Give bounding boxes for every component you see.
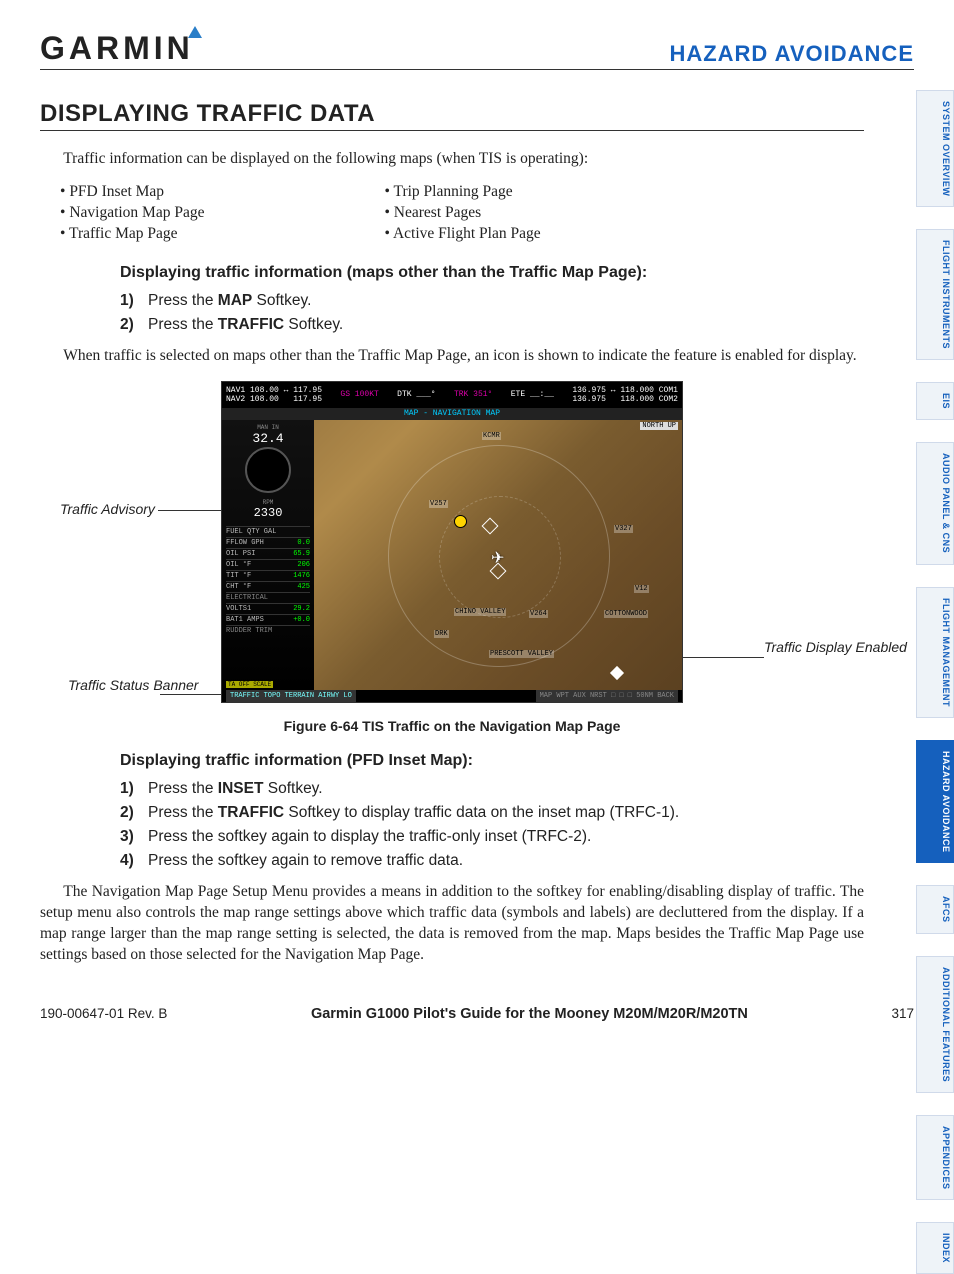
dtk-readout: DTK ___° xyxy=(397,390,435,399)
traffic-advisory-symbol-icon xyxy=(454,515,467,528)
logo-triangle-icon xyxy=(188,26,202,38)
tab-flight-management[interactable]: FLIGHT MANAGEMENT xyxy=(916,587,954,718)
side-tabs: SYSTEM OVERVIEW FLIGHT INSTRUMENTS EIS A… xyxy=(916,90,954,1274)
list-item: Active Flight Plan Page xyxy=(384,225,540,243)
com-freq: 136.975 ↔ 118.000 COM1 136.975 118.000 C… xyxy=(572,386,678,404)
nav-freq: NAV1 108.00 ↔ 117.95 NAV2 108.00 117.95 xyxy=(226,386,322,404)
tab-hazard-avoidance[interactable]: HAZARD AVOIDANCE xyxy=(916,740,954,864)
ta-off-scale-banner: TA OFF SCALE xyxy=(226,681,273,688)
rpm-value: 2330 xyxy=(226,506,310,520)
figure-caption: Figure 6-64 TIS Traffic on the Navigatio… xyxy=(40,718,864,734)
list-item: Trip Planning Page xyxy=(384,183,540,201)
step: Press the TRAFFIC Softkey. xyxy=(120,316,864,334)
man-gauge-icon xyxy=(245,447,291,493)
step: Press the softkey again to remove traffi… xyxy=(120,852,864,870)
tab-flight-instruments[interactable]: FLIGHT INSTRUMENTS xyxy=(916,229,954,360)
mid-paragraph: When traffic is selected on maps other t… xyxy=(40,346,864,367)
list-item: PFD Inset Map xyxy=(60,183,204,201)
step: Press the MAP Softkey. xyxy=(120,292,864,310)
step: Press the TRAFFIC Softkey to display tra… xyxy=(120,804,864,822)
garmin-logo: GARMIN xyxy=(40,30,202,67)
footer-title: Garmin G1000 Pilot's Guide for the Moone… xyxy=(311,1006,748,1022)
callout-traffic-display-enabled: Traffic Display Enabled xyxy=(764,639,859,655)
man-in-value: 32.4 xyxy=(226,431,310,446)
eis-strip: MAN IN 32.4 RPM 2330 FUEL QTY GAL FFLOW … xyxy=(222,420,314,690)
procedure-steps: Press the INSET Softkey. Press the TRAFF… xyxy=(120,780,864,870)
softkeys-left: TRAFFIC TOPO TERRAIN AIRWY LO xyxy=(226,690,356,702)
end-paragraph: The Navigation Map Page Setup Menu provi… xyxy=(40,882,864,966)
tab-appendices[interactable]: APPENDICES xyxy=(916,1115,954,1201)
list-item: Traffic Map Page xyxy=(60,225,204,243)
tab-additional-features[interactable]: ADDITIONAL FEATURES xyxy=(916,956,954,1093)
section-title: DISPLAYING TRAFFIC DATA xyxy=(40,100,864,131)
map-body: NORTH UP ✈ KCMR V257 V264 V12 V327 CHINO… xyxy=(314,420,682,690)
step: Press the softkey again to display the t… xyxy=(120,828,864,846)
ete-readout: ETE __:__ xyxy=(511,390,554,399)
tab-index[interactable]: INDEX xyxy=(916,1222,954,1274)
tab-system-overview[interactable]: SYSTEM OVERVIEW xyxy=(916,90,954,207)
footer-doc-rev: 190-00647-01 Rev. B xyxy=(40,1006,167,1021)
page-title-bar: MAP - NAVIGATION MAP xyxy=(222,408,682,420)
list-item: Navigation Map Page xyxy=(60,204,204,222)
map-list: PFD Inset Map Navigation Map Page Traffi… xyxy=(60,180,864,246)
softkeys-right: MAP WPT AUX NRST □ □ □ 50NM BACK xyxy=(536,690,678,702)
gs-readout: GS 100KT xyxy=(340,390,378,399)
figure: Traffic Advisory Traffic Status Banner T… xyxy=(40,381,864,708)
traffic-enabled-icon xyxy=(610,666,624,680)
procedure-heading: Displaying traffic information (maps oth… xyxy=(120,264,864,282)
tab-audio-panel[interactable]: AUDIO PANEL & CNS xyxy=(916,442,954,564)
callout-traffic-status-banner: Traffic Status Banner xyxy=(68,677,158,693)
tab-eis[interactable]: EIS xyxy=(916,382,954,420)
list-item: Nearest Pages xyxy=(384,204,540,222)
procedure-steps: Press the MAP Softkey. Press the TRAFFIC… xyxy=(120,292,864,334)
procedure-heading: Displaying traffic information (PFD Inse… xyxy=(120,752,864,770)
north-up-label: NORTH UP xyxy=(640,422,678,430)
footer-page-number: 317 xyxy=(891,1006,914,1021)
header-section: HAZARD AVOIDANCE xyxy=(669,41,914,67)
callout-traffic-advisory: Traffic Advisory xyxy=(60,501,155,517)
navigation-map-screenshot: NAV1 108.00 ↔ 117.95 NAV2 108.00 117.95 … xyxy=(221,381,683,703)
intro-paragraph: Traffic information can be displayed on … xyxy=(40,149,864,170)
trk-readout: TRK 351° xyxy=(454,390,492,399)
tab-afcs[interactable]: AFCS xyxy=(916,885,954,934)
step: Press the INSET Softkey. xyxy=(120,780,864,798)
